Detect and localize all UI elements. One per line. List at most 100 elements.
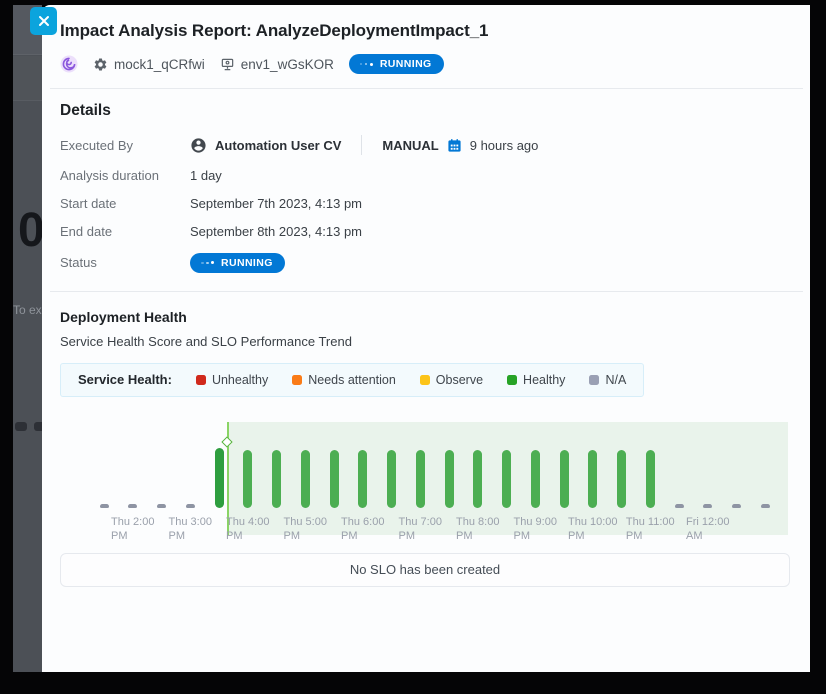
health-bar-na <box>157 504 166 508</box>
legend-item: Needs attention <box>292 373 396 387</box>
legend-label: N/A <box>605 373 626 387</box>
health-bar-healthy[interactable] <box>358 450 367 508</box>
report-meta-row: mock1_qCRfwi env1_wGsKOR <box>60 54 790 74</box>
background-chip <box>15 422 27 431</box>
legend-item: Unhealthy <box>196 373 268 387</box>
pipeline-name: mock1_qCRfwi <box>114 57 205 72</box>
dimmed-background-app: 0 To exp <box>13 5 42 672</box>
health-bar-healthy[interactable] <box>272 450 281 508</box>
app-screen: 0 To exp Impact Analysis Report: Analyze… <box>0 0 826 694</box>
health-bar-healthy[interactable] <box>243 450 252 508</box>
legend-title: Service Health: <box>78 372 172 387</box>
x-axis-tick-label: Thu 3:00PM <box>169 515 212 543</box>
close-icon <box>38 15 50 27</box>
background-band <box>13 56 42 101</box>
legend-swatch <box>196 375 206 385</box>
health-bar-na <box>675 504 684 508</box>
health-bar-healthy[interactable] <box>560 450 569 508</box>
x-axis-tick-label: Thu 2:00PM <box>111 515 154 543</box>
user-icon <box>190 137 207 154</box>
health-bar-na <box>186 504 195 508</box>
x-axis-tick-label: Thu 10:00PM <box>568 515 618 543</box>
close-drawer-button[interactable] <box>30 7 57 35</box>
x-axis-tick-label: Thu 4:00PM <box>226 515 269 543</box>
executed-by-value: Automation User CV MANUAL <box>190 135 790 155</box>
service-health-chart: Thu 2:00PMThu 3:00PMThu 4:00PMThu 5:00PM… <box>60 409 790 539</box>
health-bar-healthy[interactable] <box>473 450 482 508</box>
impact-analysis-drawer: Impact Analysis Report: AnalyzeDeploymen… <box>42 5 810 672</box>
x-axis-tick-label: Fri 12:00AM <box>686 515 729 543</box>
x-axis-tick-label: Thu 11:00PM <box>626 515 675 543</box>
executed-by-user: Automation User CV <box>215 138 341 153</box>
health-bar-healthy[interactable] <box>387 450 396 508</box>
details-heading: Details <box>60 102 790 120</box>
legend-item: N/A <box>589 373 626 387</box>
service-health-legend: Service Health: Unhealthy Needs attention… <box>60 363 644 397</box>
running-spinner-dots <box>201 261 214 264</box>
legend-label: Unhealthy <box>212 373 268 387</box>
health-bar-healthy[interactable] <box>301 450 310 508</box>
x-axis-tick-label: Thu 6:00PM <box>341 515 384 543</box>
legend-label: Healthy <box>523 373 565 387</box>
status-badge: RUNNING <box>190 253 285 273</box>
details-grid: Executed By Automation User CV MANUAL <box>60 135 790 273</box>
executed-time: 9 hours ago <box>470 138 539 153</box>
legend-swatch <box>589 375 599 385</box>
background-chip <box>34 422 42 431</box>
analysis-duration-label: Analysis duration <box>60 168 190 183</box>
start-date-label: Start date <box>60 196 190 211</box>
pipeline-avatar-icon <box>60 55 78 73</box>
health-bar-healthy[interactable] <box>502 450 511 508</box>
status-badge-label: RUNNING <box>380 58 432 70</box>
health-bar-na <box>761 504 770 508</box>
trigger-type: MANUAL <box>382 138 438 153</box>
health-bar-healthy[interactable] <box>617 450 626 508</box>
status-badge: RUNNING <box>349 54 444 74</box>
details-section: Details Executed By Automation User CV M… <box>60 102 790 273</box>
x-axis-tick-label: Thu 5:00PM <box>284 515 327 543</box>
health-bar-healthy[interactable] <box>445 450 454 508</box>
health-bar-na <box>703 504 712 508</box>
health-bar-na <box>128 504 137 508</box>
legend-swatch <box>420 375 430 385</box>
health-bar-healthy[interactable] <box>215 448 224 508</box>
health-bar-na <box>100 504 109 508</box>
health-bar-healthy[interactable] <box>588 450 597 508</box>
legend-item: Observe <box>420 373 483 387</box>
environment-name: env1_wGsKOR <box>241 57 334 72</box>
status-badge-label: RUNNING <box>221 257 273 269</box>
slo-empty-message: No SLO has been created <box>350 562 500 577</box>
gear-icon <box>93 57 108 72</box>
status-value: RUNNING <box>190 252 790 273</box>
health-bar-healthy[interactable] <box>531 450 540 508</box>
legend-swatch <box>507 375 517 385</box>
background-clipped-text: To exp <box>13 303 42 317</box>
x-axis-tick-label: Thu 8:00PM <box>456 515 499 543</box>
health-bar-na <box>732 504 741 508</box>
legend-items: Unhealthy Needs attention Observe Healthy N/… <box>196 373 626 387</box>
executed-by-label: Executed By <box>60 138 190 153</box>
page-title: Impact Analysis Report: AnalyzeDeploymen… <box>60 21 790 41</box>
end-date-value: September 8th 2023, 4:13 pm <box>190 224 790 239</box>
slo-empty-state: No SLO has been created <box>60 553 790 587</box>
background-metric-value: 0 <box>18 203 42 258</box>
vertical-separator <box>361 135 362 155</box>
drawer-header: Impact Analysis Report: AnalyzeDeploymen… <box>60 21 790 74</box>
legend-swatch <box>292 375 302 385</box>
x-axis-tick-label: Thu 7:00PM <box>399 515 442 543</box>
legend-label: Needs attention <box>308 373 396 387</box>
environment-meta: env1_wGsKOR <box>220 57 334 72</box>
legend-item: Healthy <box>507 373 565 387</box>
analysis-duration-value: 1 day <box>190 168 790 183</box>
deployment-health-section: Deployment Health Service Health Score a… <box>60 309 790 587</box>
health-bar-healthy[interactable] <box>646 450 655 508</box>
deployment-health-heading: Deployment Health <box>60 309 790 325</box>
section-divider <box>50 291 803 292</box>
calendar-icon <box>447 138 462 153</box>
health-bar-healthy[interactable] <box>416 450 425 508</box>
start-date-value: September 7th 2023, 4:13 pm <box>190 196 790 211</box>
health-bar-healthy[interactable] <box>330 450 339 508</box>
legend-label: Observe <box>436 373 483 387</box>
status-label: Status <box>60 255 190 270</box>
section-divider <box>50 88 803 89</box>
